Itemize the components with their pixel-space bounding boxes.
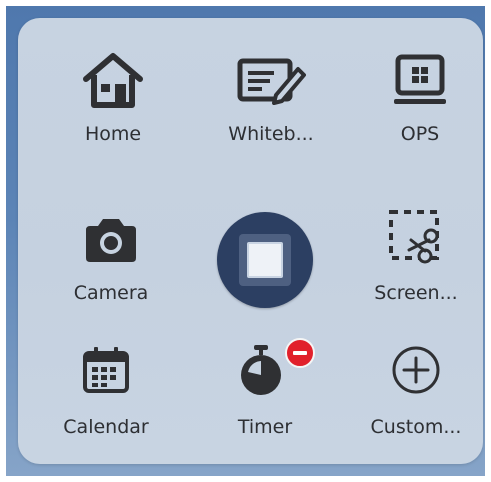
camera-label: Camera — [73, 282, 149, 304]
whiteboard-label: Whiteb... — [228, 123, 314, 145]
home-label: Home — [84, 123, 142, 145]
stop-button[interactable] — [217, 212, 313, 308]
home-item[interactable]: Home — [53, 43, 173, 163]
minus-badge-icon[interactable] — [285, 338, 315, 368]
whiteboard-item[interactable]: Whiteb... — [211, 43, 331, 163]
calendar-icon — [83, 347, 129, 393]
stop-square-icon — [247, 242, 283, 278]
custom-item[interactable]: Custom... — [356, 340, 476, 460]
screenshot-item[interactable]: Screen... — [356, 198, 476, 318]
screenshot-label: Screen... — [374, 282, 458, 304]
timer-icon — [241, 345, 281, 395]
home-icon — [83, 53, 143, 108]
plus-circle-icon — [392, 346, 440, 394]
camera-icon — [86, 219, 136, 262]
whiteboard-icon — [237, 58, 306, 105]
timer-item[interactable]: Timer — [205, 338, 325, 460]
quick-menu-panel: Home Whiteb... OPS Camera Screen... Cale… — [18, 18, 483, 464]
screenshot-icon — [389, 210, 439, 264]
ops-label: OPS — [400, 123, 440, 145]
camera-item[interactable]: Camera — [51, 198, 171, 318]
calendar-label: Calendar — [63, 416, 149, 438]
ops-icon — [394, 54, 446, 104]
ops-item[interactable]: OPS — [360, 43, 480, 163]
custom-label: Custom... — [370, 416, 462, 438]
calendar-item[interactable]: Calendar — [46, 340, 166, 460]
timer-label: Timer — [237, 416, 293, 438]
